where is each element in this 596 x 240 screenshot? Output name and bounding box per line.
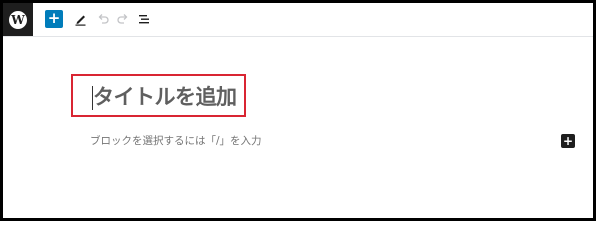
block-appender-hint[interactable]: ブロックを選択するには「/」を入力 (90, 134, 262, 148)
wordpress-logo-button[interactable]: W (3, 3, 33, 36)
title-placeholder: タイトルを追加 (93, 85, 237, 109)
list-view-icon (139, 15, 149, 24)
plus-icon: + (47, 9, 61, 27)
block-inserter-button[interactable]: + (561, 134, 575, 148)
post-title-field[interactable]: タイトルを追加 (71, 74, 246, 117)
top-toolbar: W + (3, 3, 593, 37)
redo-icon (117, 14, 128, 24)
list-view-button[interactable] (136, 11, 152, 27)
pencil-icon (75, 15, 86, 26)
undo-button[interactable] (95, 11, 111, 27)
editor-frame: W + タイトルを追加 ブロックを選択するには「/」を入力 + (0, 0, 596, 221)
undo-icon (98, 14, 109, 24)
tools-button[interactable] (73, 11, 89, 27)
add-block-button[interactable]: + (45, 10, 63, 28)
plus-icon: + (562, 133, 574, 148)
wordpress-logo-icon: W (9, 10, 27, 29)
redo-button[interactable] (115, 11, 131, 27)
